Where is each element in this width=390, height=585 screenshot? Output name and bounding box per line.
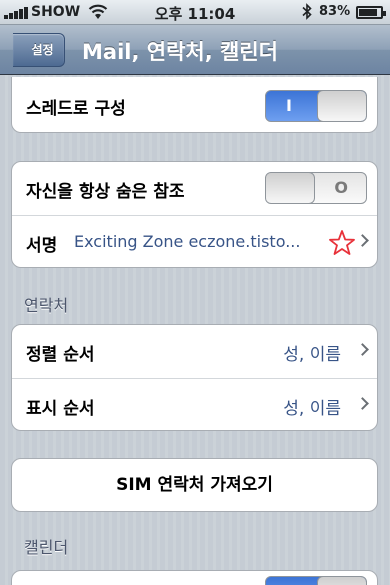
signature-value: Exciting Zone eczone.tisto... [74,232,301,251]
toggle-knob [317,577,366,585]
sort-order-cell[interactable]: 정렬 순서 성, 이름 [12,325,377,378]
sort-order-value: 성, 이름 [283,345,341,365]
threaded-cell: 스레드로 구성 I [12,79,377,132]
display-order-value: 성, 이름 [283,399,341,419]
mail-settings-group: 스레드로 구성 I [11,77,378,133]
calendar-section-header: 캘린더 [24,538,69,557]
display-order-cell[interactable]: 표시 순서 성, 이름 [12,378,377,430]
bcc-signature-group: 자신을 항상 숨은 참조 O 서명 Exciting Zone eczone.t… [11,161,378,268]
contacts-group: 정렬 순서 성, 이름 표시 순서 성, 이름 [11,324,378,431]
toggle-knob [266,173,315,203]
back-button-label: 설정 [31,43,54,57]
signature-cell[interactable]: 서명 Exciting Zone eczone.tisto... [12,215,377,267]
page-title: Mail, 연락처, 캘린더 [82,40,278,64]
toggle-off-glyph: O [334,178,348,197]
star-icon [329,230,355,255]
always-bcc-label: 자신을 항상 숨은 참조 [26,182,185,202]
display-order-label: 표시 순서 [26,399,95,419]
bluetooth-icon [302,3,312,20]
threaded-label: 스레드로 구성 [26,99,126,119]
toggle-on-glyph: I [286,96,292,115]
contacts-section-header: 연락처 [24,296,69,315]
status-bar: SHOW 오후 11:04 83% [0,0,390,25]
import-sim-contacts-button[interactable]: SIM 연락처 가져오기 [11,458,378,512]
always-bcc-cell: 자신을 항상 숨은 참조 O [12,162,377,215]
calendar-group [11,570,378,585]
threaded-toggle[interactable]: I [265,90,367,122]
chevron-right-icon [356,397,369,410]
calendar-toggle[interactable] [265,576,367,585]
battery-percent: 83% [319,4,351,19]
sort-order-label: 정렬 순서 [26,345,95,365]
navigation-bar: 설정 Mail, 연락처, 캘린더 [0,25,390,75]
signature-label: 서명 [26,236,58,256]
always-bcc-toggle[interactable]: O [265,172,367,204]
battery-icon [356,6,386,19]
back-button[interactable]: 설정 [13,33,65,67]
toggle-knob [317,91,366,121]
chevron-right-icon [356,234,369,247]
chevron-right-icon [356,343,369,356]
